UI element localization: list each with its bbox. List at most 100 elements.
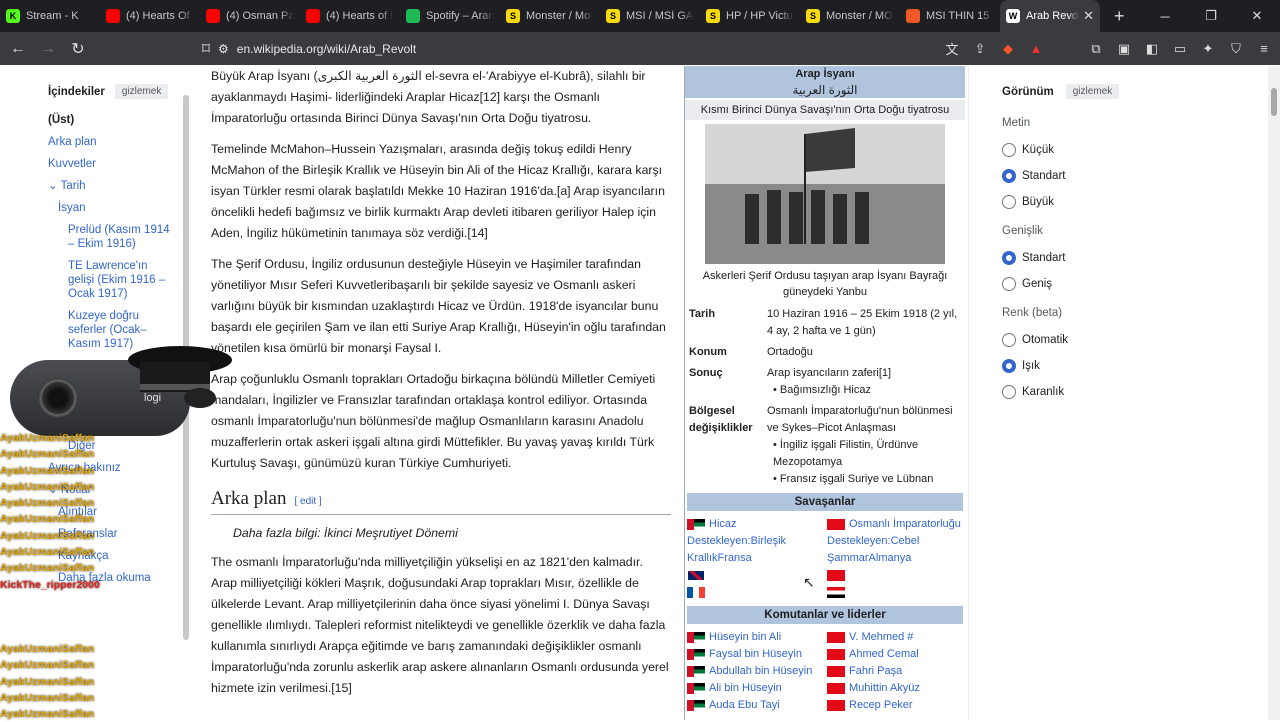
infobox-photo[interactable] — [705, 124, 945, 264]
forward-icon[interactable]: → — [36, 40, 60, 58]
tab-7[interactable]: S HP / HP Victu — [700, 0, 800, 32]
toc-item[interactable]: (Üst) — [48, 113, 196, 127]
shammar-flag-icon — [827, 586, 845, 598]
tab-0[interactable]: K Stream - K — [0, 0, 100, 32]
infobox-row: Bölgesel değişiklikler Osmanlı İmparatorl… — [685, 401, 965, 490]
belligerent-ottoman[interactable]: Osmanlı İmparatorluğu — [827, 516, 963, 533]
column-divider — [968, 66, 969, 720]
commander-item[interactable]: Fahri Paşa — [827, 663, 963, 680]
infobox-value: 10 Haziran 1916 – 25 Ekim 1918 (2 yıl, 4… — [767, 308, 958, 337]
hejaz-flag-icon — [687, 631, 705, 643]
commander-link[interactable]: Auda Ebu Tayi — [709, 699, 780, 711]
wallet-icon[interactable]: ▭ — [1170, 41, 1190, 57]
commander-item[interactable]: Ali bin Hüseyin — [687, 680, 823, 697]
new-tab-icon[interactable]: + — [1114, 6, 1134, 27]
commander-link[interactable]: Muhittin Akyüz — [849, 682, 920, 694]
commander-link[interactable]: Fahri Paşa — [849, 665, 902, 677]
radio-option[interactable]: Standart — [1002, 251, 1150, 265]
commander-link[interactable]: Recep Peker — [849, 699, 913, 711]
appearance-title: Görünüm — [1002, 85, 1054, 98]
toc-item[interactable]: Prelüd (Kasım 1914 – Ekim 1916) — [68, 223, 196, 251]
radio-icon[interactable] — [1002, 195, 1016, 209]
leo-icon[interactable]: ✦ — [1198, 41, 1218, 57]
commander-item[interactable]: Hüseyin bin Ali — [687, 629, 823, 646]
commander-item[interactable]: Recep Peker — [827, 697, 963, 714]
radio-icon[interactable] — [1002, 359, 1016, 373]
commander-item[interactable]: Abdullah bin Hüseyin — [687, 663, 823, 680]
toc-hide-button[interactable]: gizlemek — [114, 84, 169, 99]
toc-item[interactable]: ⌄ Tarih — [48, 179, 196, 193]
appearance-hide-button[interactable]: gizlemek — [1065, 84, 1120, 99]
radio-option[interactable]: Küçük — [1002, 143, 1150, 157]
commander-item[interactable]: Auda Ebu Tayi — [687, 697, 823, 714]
tab-10[interactable]: W Arab Revolt ✕ — [1000, 0, 1100, 32]
commander-item[interactable]: Ahmed Cemal — [827, 646, 963, 663]
bookmark-icon[interactable]: ⌑ — [194, 39, 218, 59]
commander-link[interactable]: Abdullah bin Hüseyin — [709, 665, 812, 677]
translate-icon[interactable]: 文 — [942, 39, 962, 58]
radio-option[interactable]: Işık — [1002, 359, 1150, 373]
page-scrollbar[interactable] — [1268, 66, 1280, 720]
appearance-panel: Görünüm gizlemek Metin Küçük Standart Büyü… — [990, 70, 1150, 411]
commander-link[interactable]: V. Mehmed # — [849, 631, 913, 643]
tab-1[interactable]: (4) Hearts Of I — [100, 0, 200, 32]
site-info-icon[interactable]: ⚙ — [218, 42, 229, 56]
tab-2[interactable]: (4) Osman Pan — [200, 0, 300, 32]
commander-item[interactable]: V. Mehmed # — [827, 629, 963, 646]
radio-icon[interactable] — [1002, 251, 1016, 265]
share-icon[interactable]: ⇪ — [970, 41, 990, 57]
hejaz-link[interactable]: Hicaz — [709, 518, 737, 530]
extensions-icon[interactable]: ⧉ — [1086, 41, 1106, 57]
infobox-row: Tarih 10 Haziran 1916 – 25 Ekim 1918 (2 y… — [685, 304, 965, 342]
vpn-icon[interactable]: ⛉ — [1226, 41, 1246, 57]
radio-icon[interactable] — [1002, 333, 1016, 347]
commander-item[interactable]: Muhittin Akyüz — [827, 680, 963, 697]
radio-option[interactable]: Geniş — [1002, 277, 1150, 291]
tab-9[interactable]: MSI THIN 15 E — [900, 0, 1000, 32]
radio-option[interactable]: Büyük — [1002, 195, 1150, 209]
restore-icon[interactable]: ❐ — [1188, 0, 1234, 32]
reload-icon[interactable]: ↻ — [66, 39, 90, 59]
close-tab-icon[interactable]: ✕ — [1083, 8, 1094, 24]
tab-4[interactable]: Spotify – Aram — [400, 0, 500, 32]
radio-option[interactable]: Standart — [1002, 169, 1150, 183]
radio-icon[interactable] — [1002, 277, 1016, 291]
tab-5[interactable]: S Monster / Mo — [500, 0, 600, 32]
address-bar[interactable]: ⚙ en.wikipedia.org/wiki/Arab_Revolt — [218, 36, 1018, 61]
tab-3[interactable]: (4) Hearts of Ir — [300, 0, 400, 32]
tab-label: Arab Revolt — [1026, 10, 1080, 22]
radio-icon[interactable] — [1002, 385, 1016, 399]
rewards-icon[interactable]: ▲ — [1026, 41, 1046, 56]
commander-link[interactable]: Ahmed Cemal — [849, 648, 919, 660]
hb-icon — [906, 9, 920, 23]
radio-icon[interactable] — [1002, 169, 1016, 183]
back-icon[interactable]: ← — [6, 40, 30, 58]
commander-link[interactable]: Ali bin Hüseyin — [709, 682, 782, 694]
hejaz-flag-icon — [687, 648, 705, 660]
commanders-columns: Hüseyin bin Ali Faysal bin Hüseyin Abdulla… — [685, 627, 965, 716]
edit-link[interactable]: [ edit ] — [294, 496, 321, 507]
commander-item[interactable]: Faysal bin Hüseyin — [687, 646, 823, 663]
ottoman-link[interactable]: Osmanlı İmparatorluğu — [849, 518, 961, 530]
toc-item[interactable]: TE Lawrence'ın gelişi (Ekim 1916 – Ocak … — [68, 259, 196, 301]
belligerent-hejaz[interactable]: Hicaz — [687, 516, 823, 533]
sidebar-icon[interactable]: ◧ — [1142, 41, 1162, 57]
toc-item[interactable]: Kuvvetler — [48, 157, 196, 171]
close-window-icon[interactable]: ✕ — [1234, 0, 1280, 32]
commander-link[interactable]: Hüseyin bin Ali — [709, 631, 781, 643]
media-icon[interactable]: ▣ — [1114, 41, 1134, 57]
radio-option[interactable]: Karanlık — [1002, 385, 1150, 399]
chat-username: AyakUzmaniSaffan — [0, 513, 95, 526]
tab-strip: K Stream - K (4) Hearts Of I (4) Osman Pan (… — [0, 0, 1280, 32]
toc-item[interactable]: İsyan — [58, 201, 196, 215]
commander-link[interactable]: Faysal bin Hüseyin — [709, 648, 802, 660]
radio-option[interactable]: Otomatik — [1002, 333, 1150, 347]
toc-item[interactable]: Arka plan — [48, 135, 196, 149]
tab-8[interactable]: S Monster / MO — [800, 0, 900, 32]
minimize-icon[interactable]: ─ — [1142, 0, 1188, 32]
brave-shield-icon[interactable]: ◆ — [998, 41, 1018, 57]
tab-6[interactable]: S MSI / MSİ GAI — [600, 0, 700, 32]
menu-icon[interactable]: ≡ — [1254, 41, 1274, 56]
scrollbar-thumb[interactable] — [1271, 88, 1277, 116]
radio-icon[interactable] — [1002, 143, 1016, 157]
